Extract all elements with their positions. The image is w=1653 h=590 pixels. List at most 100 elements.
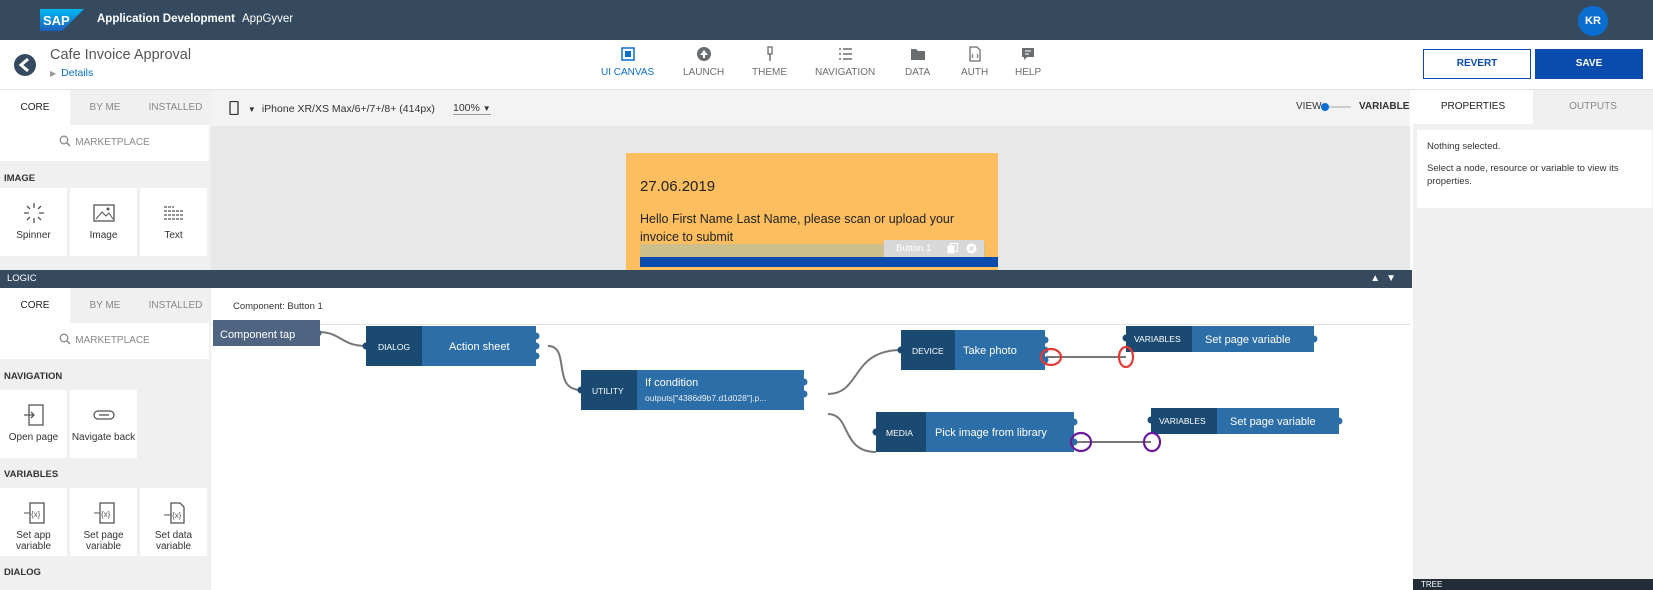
svg-text:{x}: {x} <box>172 511 182 520</box>
flow-graph[interactable]: Component tap DIALOG Action sheet UTILIT… <box>211 288 1410 590</box>
view-label: VIEW <box>1296 101 1322 112</box>
logic-canvas[interactable]: Component: Button 1 Component tap DIALOG… <box>211 288 1410 590</box>
tab-installed[interactable]: INSTALLED <box>140 288 211 323</box>
tab-launch[interactable]: LAUNCH <box>683 46 724 78</box>
copy-icon[interactable] <box>947 243 959 254</box>
theme-icon <box>766 46 773 61</box>
flow-node-if-condition[interactable]: UTILITY If condition outputs["4386d9b7.d… <box>577 370 808 410</box>
properties-body: Nothing selected. Select a node, resourc… <box>1417 130 1652 208</box>
chevron-down-icon: ▼ <box>247 105 256 114</box>
tab-auth[interactable]: AUTH <box>961 46 988 78</box>
section-dialog: DIALOG <box>4 567 41 578</box>
svg-text:VARIABLES: VARIABLES <box>1159 416 1206 426</box>
flow-node-pick-image-from-library[interactable]: MEDIA Pick image from library <box>872 412 1078 452</box>
tab-core[interactable]: CORE <box>0 288 70 323</box>
search-icon <box>59 333 71 345</box>
svg-text:Set page variable: Set page variable <box>1230 416 1316 428</box>
chevron-right-icon: ▶ <box>50 69 57 78</box>
flow-node-take-photo[interactable]: DEVICE Take photo <box>897 330 1049 370</box>
tab-help[interactable]: HELP <box>1015 46 1041 78</box>
marketplace-button[interactable]: MARKETPLACE <box>0 323 209 359</box>
tree-panel-bar[interactable]: TREE <box>1413 579 1653 590</box>
sap-logo[interactable]: SAP <box>40 9 84 31</box>
expand-up-icon[interactable]: ▲ <box>1370 273 1386 284</box>
set-app-variable-icon: {x} <box>23 502 45 524</box>
component-library-panel: CORE BY ME INSTALLED MARKETPLACE IMAGE S… <box>0 90 211 270</box>
marketplace-button[interactable]: MARKETPLACE <box>0 125 209 161</box>
section-navigation: NAVIGATION <box>4 371 63 382</box>
zoom-selector[interactable]: 100% ▼ <box>453 102 491 115</box>
date-text[interactable]: 27.06.2019 <box>640 178 715 195</box>
shell-subtitle: AppGyver <box>242 13 294 25</box>
tab-label: LAUNCH <box>683 67 725 78</box>
wire <box>317 331 367 347</box>
svg-text:{x}: {x} <box>31 510 41 519</box>
tile-label: Spinner <box>16 230 51 241</box>
app-title: Cafe Invoice Approval <box>50 47 192 63</box>
marketplace-label: MARKETPLACE <box>75 137 150 148</box>
tab-outputs[interactable]: OUTPUTS <box>1533 90 1653 124</box>
shell-bar: SAP Application Development AppGyver KR <box>0 0 1653 40</box>
svg-text:Action sheet: Action sheet <box>449 341 510 353</box>
view-variables-toggle[interactable] <box>1321 103 1351 111</box>
wire <box>827 413 877 453</box>
breadcrumb-page[interactable]: Details <box>61 67 93 79</box>
canvas-toolbar: ▼ iPhone XR/XS Max/6+/7+/8+ (414px) 100% … <box>211 90 1410 126</box>
svg-text:VARIABLES: VARIABLES <box>1134 334 1181 344</box>
tab-label: UI CANVAS <box>601 67 655 78</box>
flow-set-data-variable[interactable]: {x} Set data variable <box>140 488 207 556</box>
set-page-variable-icon: {x} <box>93 502 115 524</box>
tab-data[interactable]: DATA <box>905 46 930 78</box>
button-1-chip[interactable]: Button 1 <box>884 240 984 257</box>
flow-set-app-variable[interactable]: {x} Set app variable <box>0 488 67 556</box>
tab-by-me[interactable]: BY ME <box>70 90 140 125</box>
properties-panel: PROPERTIES OUTPUTS Nothing selected. Sel… <box>1413 90 1653 590</box>
appgyver-logo-icon <box>14 54 36 76</box>
breadcrumb[interactable]: ▶ Details <box>50 67 93 79</box>
tile-label: Open page <box>8 432 59 443</box>
ui-canvas[interactable]: ▼ iPhone XR/XS Max/6+/7+/8+ (414px) 100% … <box>211 90 1410 270</box>
collapse-down-icon[interactable]: ▼ <box>1386 273 1402 284</box>
svg-text:Set page variable: Set page variable <box>1205 334 1291 346</box>
tab-installed[interactable]: INSTALLED <box>140 90 211 125</box>
flow-navigate-back[interactable]: Navigate back <box>70 390 137 458</box>
save-button[interactable]: SAVE <box>1535 49 1643 79</box>
phone-icon <box>229 100 239 116</box>
tab-ui-canvas[interactable]: UI CANVAS <box>601 46 654 78</box>
avatar[interactable]: KR <box>1578 6 1608 36</box>
component-text[interactable]: Text <box>140 188 207 256</box>
tile-label: Text <box>164 230 183 241</box>
device-selector[interactable]: ▼ iPhone XR/XS Max/6+/7+/8+ (414px) <box>229 100 435 116</box>
nothing-selected-hint: Select a node, resource or variable to v… <box>1427 163 1619 187</box>
tab-navigation[interactable]: NAVIGATION <box>815 46 875 78</box>
flow-node-set-page-variable-2[interactable]: VARIABLES Set page variable <box>1147 408 1343 434</box>
flow-open-page[interactable]: Open page <box>0 390 67 458</box>
auth-icon <box>968 46 981 62</box>
tile-label: Image <box>89 230 118 241</box>
tab-theme[interactable]: THEME <box>752 46 787 78</box>
tab-core[interactable]: CORE <box>0 90 70 125</box>
tab-properties[interactable]: PROPERTIES <box>1413 90 1533 124</box>
tile-label: Set data variable <box>154 530 193 552</box>
logic-bar[interactable]: LOGIC ▲▼ <box>0 270 1412 288</box>
set-data-variable-icon: {x} <box>163 502 185 524</box>
navigation-icon <box>839 48 853 60</box>
app-header: Cafe Invoice Approval ▶ Details UI CANVAS… <box>0 40 1653 90</box>
close-icon[interactable] <box>966 243 977 254</box>
tab-by-me[interactable]: BY ME <box>70 288 140 323</box>
flow-node-action-sheet[interactable]: DIALOG Action sheet <box>362 326 540 366</box>
nothing-selected-title: Nothing selected. <box>1427 141 1501 152</box>
flow-set-page-variable[interactable]: {x} Set page variable <box>70 488 137 556</box>
navigate-back-icon <box>92 410 115 420</box>
component-image[interactable]: Image <box>70 188 137 256</box>
revert-button[interactable]: REVERT <box>1423 49 1531 79</box>
tile-label: Set page variable <box>83 530 124 552</box>
button-1[interactable] <box>640 257 998 267</box>
component-spinner[interactable]: Spinner <box>0 188 67 256</box>
svg-text:DIALOG: DIALOG <box>378 342 410 352</box>
trigger-node-component-tap[interactable]: Component tap <box>213 320 322 346</box>
tab-label: THEME <box>752 67 787 78</box>
svg-text:DEVICE: DEVICE <box>912 346 944 356</box>
flow-node-set-page-variable-1[interactable]: VARIABLES Set page variable <box>1122 326 1318 352</box>
spinner-icon <box>23 203 44 223</box>
